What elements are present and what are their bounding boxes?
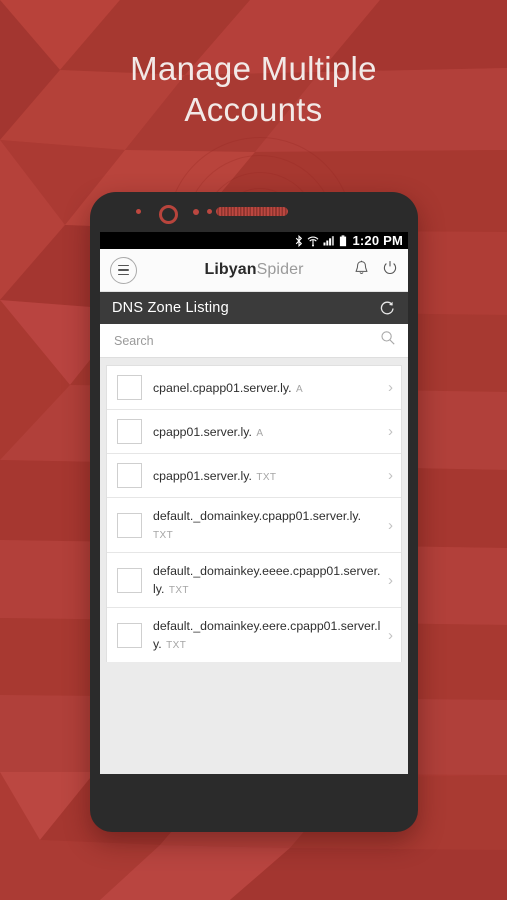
chevron-right-icon[interactable]: ›	[388, 468, 393, 483]
row-text: cpapp01.server.ly. A	[153, 423, 382, 441]
earpiece-speaker-icon	[216, 207, 288, 216]
chevron-right-icon[interactable]: ›	[388, 628, 393, 643]
record-type: A	[296, 383, 304, 395]
row-checkbox[interactable]	[117, 512, 142, 538]
hamburger-menu-icon[interactable]	[110, 256, 137, 284]
front-camera-icon	[159, 205, 178, 224]
status-bar: 1:20 PM	[100, 232, 408, 249]
record-type: TXT	[168, 585, 189, 596]
table-row[interactable]: cpanel.cpapp01.server.ly. A ›	[107, 366, 401, 410]
record-name: default._domainkey.eere.cpapp01.server.l…	[153, 619, 381, 651]
app-bar: LibyanSpider	[100, 249, 408, 292]
search-input[interactable]	[112, 332, 380, 349]
table-row[interactable]: default._domainkey.cpapp01.server.ly. TX…	[107, 498, 401, 553]
page-title: Manage Multiple Accounts	[0, 48, 507, 130]
power-icon[interactable]	[382, 260, 398, 281]
chevron-right-icon[interactable]: ›	[388, 380, 393, 395]
refresh-icon[interactable]	[379, 300, 396, 317]
row-checkbox[interactable]	[117, 622, 142, 648]
bluetooth-icon	[295, 234, 303, 247]
dns-record-list[interactable]: cpanel.cpapp01.server.ly. A › cpapp01.se…	[100, 358, 408, 774]
row-checkbox[interactable]	[117, 419, 142, 444]
signal-icon	[323, 235, 335, 246]
record-type: A	[256, 427, 264, 439]
record-name: default._domainkey.cpapp01.server.ly.	[153, 509, 362, 523]
search-bar[interactable]	[100, 324, 408, 358]
table-row[interactable]: default._domainkey.eere.cpapp01.server.l…	[107, 608, 401, 662]
phone-screen: 1:20 PM LibyanSpider DNS Zone Listing Se…	[100, 232, 408, 774]
record-name: cpapp01.server.ly.	[153, 468, 252, 483]
row-text: default._domainkey.eere.cpapp01.server.l…	[153, 617, 382, 653]
notification-led-icon	[136, 209, 141, 214]
record-type: TXT	[153, 530, 174, 541]
row-text: cpanel.cpapp01.server.ly. A	[153, 379, 382, 397]
table-row[interactable]: cpapp01.server.ly. A ›	[107, 410, 401, 454]
row-checkbox[interactable]	[117, 463, 142, 488]
battery-icon	[339, 234, 347, 247]
table-row[interactable]: cpapp01.server.ly. TXT ›	[107, 454, 401, 498]
chevron-right-icon[interactable]: ›	[388, 573, 393, 588]
row-text: default._domainkey.eeee.cpapp01.server.l…	[153, 562, 382, 598]
proximity-sensor-icon	[193, 209, 199, 215]
screen-title: DNS Zone Listing	[112, 300, 229, 316]
headline-line-1: Manage Multiple	[130, 50, 377, 87]
record-type: TXT	[166, 640, 187, 651]
headline-line-2: Accounts	[184, 91, 323, 128]
screen-title-bar: DNS Zone Listing	[100, 292, 408, 324]
phone-mockup: 1:20 PM LibyanSpider DNS Zone Listing Se…	[90, 192, 418, 832]
search-icon[interactable]	[380, 330, 396, 351]
table-row[interactable]: default._domainkey.eeee.cpapp01.server.l…	[107, 553, 401, 608]
brand-logo-light: Spider	[256, 261, 304, 278]
chevron-right-icon[interactable]: ›	[388, 424, 393, 439]
light-sensor-icon	[207, 209, 212, 214]
wifi-icon	[307, 235, 319, 247]
dns-record-list-card: cpanel.cpapp01.server.ly. A › cpapp01.se…	[106, 365, 402, 662]
status-bar-clock: 1:20 PM	[352, 233, 403, 248]
row-checkbox[interactable]	[117, 567, 142, 593]
phone-top-bezel	[90, 192, 418, 232]
bell-icon[interactable]	[354, 260, 369, 281]
record-name: cpanel.cpapp01.server.ly.	[153, 380, 292, 395]
brand-logo-bold: Libyan	[204, 261, 257, 278]
row-checkbox[interactable]	[117, 375, 142, 400]
record-type: TXT	[256, 471, 277, 483]
record-name: cpapp01.server.ly.	[153, 424, 252, 439]
chevron-right-icon[interactable]: ›	[388, 518, 393, 533]
app-bar-actions	[354, 260, 398, 281]
row-text: default._domainkey.cpapp01.server.ly. TX…	[153, 507, 382, 543]
row-text: cpapp01.server.ly. TXT	[153, 467, 382, 485]
